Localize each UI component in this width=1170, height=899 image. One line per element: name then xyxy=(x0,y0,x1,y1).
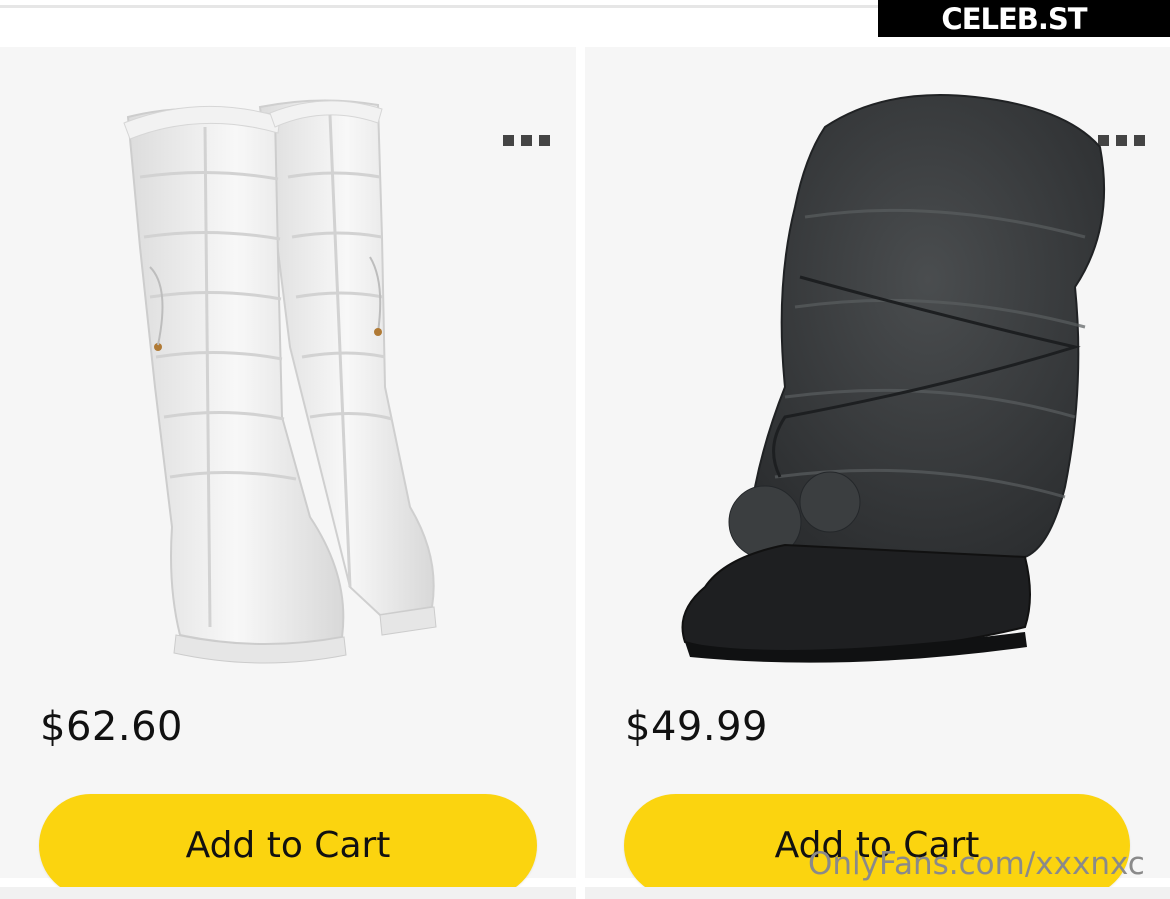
dot xyxy=(521,135,532,146)
product-card[interactable]: $62.60 Add to Cart xyxy=(0,47,576,897)
product-price: $62.60 xyxy=(40,704,183,750)
product-image-white-boots[interactable] xyxy=(110,87,470,667)
product-card[interactable]: $49.99 Add to Cart xyxy=(585,47,1170,897)
dot xyxy=(1134,135,1145,146)
celeb-watermark-badge: CELEB.ST xyxy=(878,0,1170,37)
more-options-icon[interactable] xyxy=(503,135,550,146)
onlyfans-watermark: OnlyFans.com/xxxnxc xyxy=(808,846,1145,882)
shopping-results-screen: CELEB.ST $62.60 Add to Cart $49.99 Add t… xyxy=(0,0,1170,899)
product-price: $49.99 xyxy=(625,704,768,750)
dot xyxy=(503,135,514,146)
add-to-cart-button[interactable]: Add to Cart xyxy=(39,794,537,897)
product-image-black-fur-boot[interactable] xyxy=(645,87,1115,667)
next-row-card-edge xyxy=(585,887,1170,899)
next-row-card-edge xyxy=(0,887,576,899)
dot xyxy=(1116,135,1127,146)
top-divider xyxy=(0,5,880,8)
dot xyxy=(539,135,550,146)
